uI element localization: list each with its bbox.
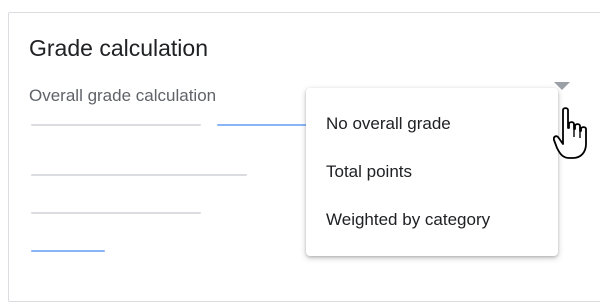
- hand-pointer-cursor-icon: [552, 106, 591, 167]
- menu-item-weighted-by-category[interactable]: Weighted by category: [306, 200, 558, 240]
- card-title: Grade calculation: [29, 35, 208, 61]
- placeholder-line: [31, 212, 201, 214]
- overall-grade-calculation-label: Overall grade calculation: [29, 86, 217, 105]
- placeholder-line: [31, 174, 247, 176]
- grade-calculation-menu: No overall grade Total points Weighted b…: [306, 88, 558, 256]
- menu-item-no-overall-grade[interactable]: No overall grade: [306, 104, 558, 144]
- select-underline[interactable]: [217, 124, 317, 126]
- placeholder-line-accent: [31, 250, 105, 252]
- menu-item-total-points[interactable]: Total points: [306, 152, 558, 192]
- placeholder-line: [31, 124, 201, 126]
